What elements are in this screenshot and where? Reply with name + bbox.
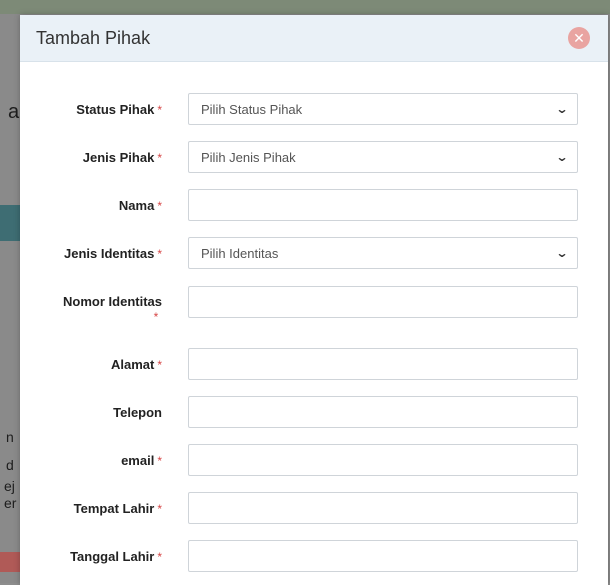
chevron-down-icon: ⌄ — [555, 150, 569, 164]
status-pihak-select[interactable]: Pilih Status Pihak ⌄ — [188, 93, 578, 125]
background-text: ej — [4, 478, 15, 494]
nama-input[interactable] — [188, 189, 578, 221]
field-label: Jenis Identitas — [64, 246, 155, 261]
field-label: Telepon — [113, 405, 162, 420]
required-mark: * — [157, 550, 162, 564]
modal-header: Tambah Pihak ✕ — [20, 15, 608, 62]
background-sidebar-accent — [0, 205, 22, 241]
telepon-input[interactable] — [188, 396, 578, 428]
close-icon[interactable]: ✕ — [568, 27, 590, 49]
field-label: Tempat Lahir — [73, 501, 155, 516]
required-mark: * — [157, 358, 162, 372]
add-party-modal: Tambah Pihak ✕ Status Pihak * Pilih Statu… — [20, 15, 608, 585]
background-text: er — [4, 495, 17, 511]
field-label: Alamat — [110, 357, 155, 372]
background-text: a — [8, 101, 20, 123]
tempat-lahir-input[interactable] — [188, 492, 578, 524]
required-mark: * — [157, 151, 162, 165]
required-mark: * — [157, 247, 162, 261]
required-mark: * — [153, 310, 159, 324]
field-label: email — [121, 453, 155, 468]
background-text: n — [6, 429, 14, 445]
background-banner — [0, 0, 610, 14]
required-mark: * — [157, 103, 162, 117]
select-value: Pilih Identitas — [201, 245, 279, 261]
background-sidebar-accent-red — [0, 552, 22, 572]
modal-title: Tambah Pihak — [36, 27, 151, 48]
select-value: Pilih Status Pihak — [201, 101, 303, 117]
tanggal-lahir-input[interactable] — [188, 540, 578, 572]
field-label: Tanggal Lahir — [70, 549, 155, 564]
background-text: d — [6, 457, 14, 473]
required-mark: * — [157, 199, 162, 213]
field-label: Jenis Pihak — [82, 150, 155, 165]
email-input[interactable] — [188, 444, 578, 476]
alamat-input[interactable] — [188, 348, 578, 380]
field-label: Nomor Identitas — [63, 294, 162, 309]
jenis-pihak-select[interactable]: Pilih Jenis Pihak ⌄ — [188, 141, 578, 173]
select-value: Pilih Jenis Pihak — [201, 149, 296, 165]
jenis-identitas-select[interactable]: Pilih Identitas ⌄ — [188, 237, 578, 269]
required-mark: * — [157, 454, 162, 468]
required-mark: * — [157, 502, 162, 516]
field-label: Status Pihak — [76, 102, 155, 117]
chevron-down-icon: ⌄ — [555, 246, 569, 260]
chevron-down-icon: ⌄ — [555, 102, 569, 116]
field-label: Nama — [118, 198, 155, 213]
nomor-identitas-input[interactable] — [188, 286, 578, 318]
